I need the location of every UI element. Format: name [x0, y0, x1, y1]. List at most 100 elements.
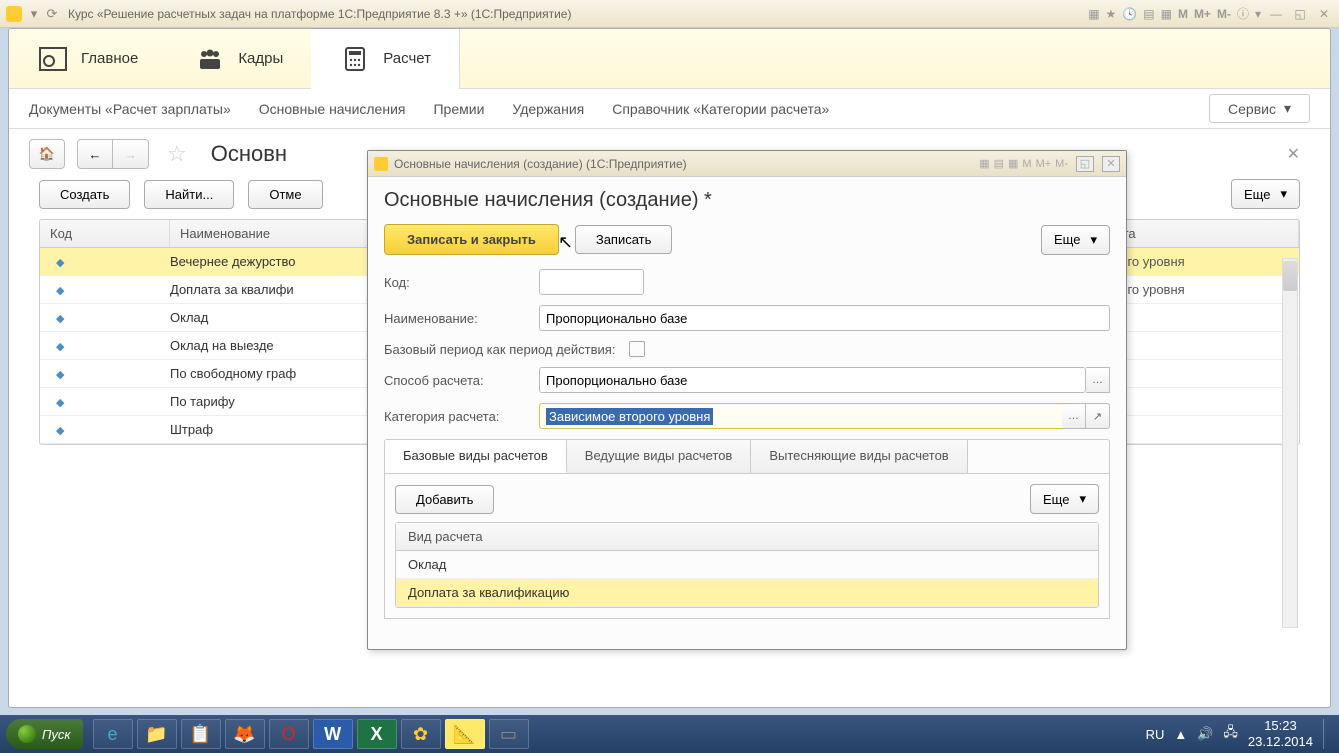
label-category: Категория расчета: [384, 409, 539, 424]
panel-more-button[interactable]: Еще ▾ [1030, 484, 1099, 514]
inner-table-row[interactable]: Оклад [396, 551, 1098, 579]
input-method[interactable] [539, 367, 1086, 393]
section-tab-calc[interactable]: Расчет [311, 29, 460, 89]
subnav-catref[interactable]: Справочник «Категории расчета» [612, 101, 829, 117]
subnav-docs[interactable]: Документы «Расчет зарплаты» [29, 101, 231, 117]
minimize-button[interactable]: — [1267, 6, 1285, 22]
checkbox-base-period[interactable] [629, 341, 645, 357]
firefox-icon[interactable]: 🦊 [225, 719, 265, 749]
tab-base[interactable]: Базовые виды расчетов [385, 440, 567, 473]
ie-icon[interactable]: e [93, 719, 133, 749]
more-label: Еще [1043, 492, 1069, 507]
app-icon[interactable]: ✿ [401, 719, 441, 749]
subnav: Документы «Расчет зарплаты» Основные нач… [9, 89, 1330, 129]
subnav-service[interactable]: Сервис ▾ [1209, 94, 1310, 123]
col-category[interactable]: чета [1099, 220, 1299, 247]
save-button[interactable]: Записать [575, 225, 673, 254]
calendar-icon[interactable]: ▦ [1161, 7, 1172, 21]
memory-mminus[interactable]: M- [1217, 7, 1231, 21]
page-close-button[interactable]: ✕ [1287, 144, 1310, 164]
modal-close-button[interactable]: ✕ [1102, 156, 1120, 172]
clock-date: 23.12.2014 [1248, 734, 1313, 750]
grid-icon[interactable]: ▦ [1088, 7, 1099, 21]
volume-icon[interactable]: 🔊 [1197, 726, 1213, 742]
inner-col-header[interactable]: Вид расчета [396, 523, 1098, 551]
open-button[interactable]: ↗ [1086, 403, 1110, 429]
chevron-down-icon: ▾ [1090, 232, 1097, 248]
select-button[interactable]: … [1086, 367, 1110, 393]
gear-page-icon [37, 45, 69, 73]
add-button[interactable]: Добавить [395, 485, 494, 514]
scroll-thumb[interactable] [1283, 261, 1297, 291]
calc-icon[interactable]: ▤ [1143, 7, 1154, 21]
inner-tabs: Базовые виды расчетов Ведущие виды расче… [384, 439, 1110, 473]
tool-icon[interactable]: ▤ [994, 157, 1004, 170]
refresh-icon[interactable]: ⟳ [44, 6, 60, 22]
forward-button[interactable]: → [113, 139, 149, 169]
favorite-icon[interactable]: ★ [1106, 7, 1117, 21]
item-icon: ◆ [56, 257, 64, 269]
section-tab-staff[interactable]: Кадры [166, 29, 311, 89]
star-icon[interactable]: ☆ [167, 141, 187, 167]
subnav-basic[interactable]: Основные начисления [259, 101, 406, 117]
subnav-bonus[interactable]: Премии [433, 101, 484, 117]
modal-maximize-button[interactable]: ◱ [1076, 156, 1094, 172]
explorer-icon[interactable]: 📁 [137, 719, 177, 749]
modal-titlebar: Основные начисления (создание) (1С:Предп… [368, 151, 1126, 177]
item-icon: ◆ [56, 285, 64, 297]
maximize-button[interactable]: ◱ [1291, 6, 1309, 22]
memory-m[interactable]: M [1022, 158, 1031, 170]
memory-mminus[interactable]: M- [1055, 158, 1068, 170]
notepad-icon[interactable]: 📋 [181, 719, 221, 749]
input-code[interactable] [539, 269, 644, 295]
create-button[interactable]: Создать [39, 180, 130, 209]
modal-more-button[interactable]: Еще ▾ [1041, 225, 1110, 255]
save-close-button[interactable]: Записать и закрыть [384, 224, 559, 255]
chevron-down-icon: ▾ [1280, 186, 1287, 202]
clock[interactable]: 15:23 23.12.2014 [1248, 718, 1313, 749]
inner-table: Вид расчета ОкладДоплата за квалификацию [395, 522, 1099, 608]
titlebar: ▾ ⟳ Курс «Решение расчетных задач на пла… [0, 0, 1339, 28]
find-button[interactable]: Найти... [144, 180, 234, 209]
app-icon[interactable]: 📐 [445, 719, 485, 749]
page-title: Основн [211, 141, 287, 167]
windows-orb-icon [18, 725, 36, 743]
col-code[interactable]: Код [40, 220, 170, 247]
network-icon[interactable]: 🖧 [1223, 723, 1238, 745]
tab-displacing[interactable]: Вытесняющие виды расчетов [751, 440, 967, 473]
history-icon[interactable]: 🕓 [1122, 7, 1137, 21]
subnav-deduct[interactable]: Удержания [512, 101, 584, 117]
label-method: Способ расчета: [384, 373, 539, 388]
more-button[interactable]: Еще ▾ [1231, 179, 1300, 209]
section-label: Главное [81, 50, 138, 67]
tray-icon[interactable]: ▲ [1174, 727, 1187, 742]
excel-icon[interactable]: X [357, 719, 397, 749]
section-tab-main[interactable]: Главное [9, 29, 166, 89]
scrollbar[interactable] [1282, 258, 1298, 628]
back-button[interactable]: ← [77, 139, 113, 169]
home-button[interactable]: 🏠 [29, 139, 65, 169]
info-icon[interactable]: ⓘ [1237, 5, 1249, 22]
memory-mplus[interactable]: M+ [1036, 158, 1052, 170]
start-button[interactable]: Пуск [6, 719, 83, 749]
cancel-search-button[interactable]: Отме [248, 180, 322, 209]
select-button[interactable]: … [1062, 403, 1086, 429]
inner-table-row[interactable]: Доплата за квалификацию [396, 579, 1098, 607]
app-icon[interactable]: ▭ [489, 719, 529, 749]
memory-mplus[interactable]: M+ [1194, 7, 1211, 21]
info-dropdown-icon[interactable]: ▾ [1255, 7, 1261, 21]
tool-icon[interactable]: ▦ [1008, 157, 1018, 170]
word-icon[interactable]: W [313, 719, 353, 749]
item-icon: ◆ [56, 313, 64, 325]
input-category-display[interactable]: Зависимое второго уровня [539, 403, 1062, 429]
show-desktop[interactable] [1323, 719, 1333, 749]
memory-m[interactable]: M [1178, 7, 1188, 21]
lang-indicator[interactable]: RU [1146, 727, 1165, 742]
tab-leading[interactable]: Ведущие виды расчетов [567, 440, 752, 473]
dropdown-icon[interactable]: ▾ [26, 6, 42, 22]
opera-icon[interactable]: O [269, 719, 309, 749]
close-button[interactable]: ✕ [1315, 6, 1333, 22]
taskbar: Пуск e 📁 📋 🦊 O W X ✿ 📐 ▭ RU ▲ 🔊 🖧 15:23 … [0, 715, 1339, 753]
tool-icon[interactable]: ▦ [979, 157, 989, 170]
input-name[interactable] [539, 305, 1110, 331]
